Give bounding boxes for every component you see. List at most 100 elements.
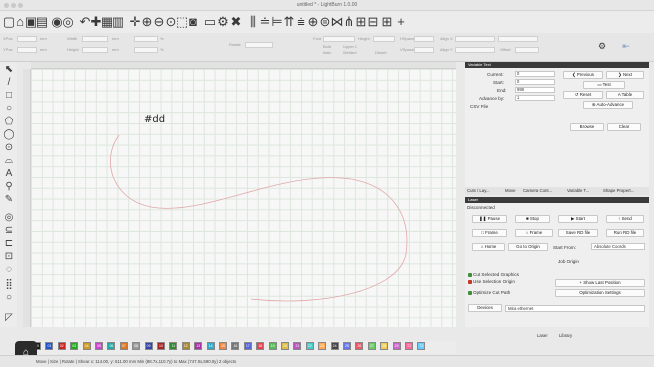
measure-icon[interactable]: ⊞ bbox=[382, 13, 393, 30]
frame-circle-button[interactable]: ○ Frame bbox=[515, 229, 553, 237]
color-swatch[interactable]: 01 bbox=[45, 342, 54, 350]
optimization-settings-button[interactable]: Optimization Settings bbox=[555, 289, 645, 297]
color-swatch[interactable]: 25 bbox=[343, 342, 351, 350]
color-swatch[interactable]: 08 bbox=[132, 342, 141, 350]
color-swatch[interactable]: 26 bbox=[355, 342, 364, 350]
design-canvas[interactable]: #dd bbox=[31, 69, 456, 327]
color-swatch[interactable]: 27 bbox=[367, 342, 376, 350]
circle-tool-icon[interactable]: ◯ bbox=[2, 129, 16, 141]
settings-icon[interactable]: ⚙ bbox=[217, 13, 229, 30]
dots-grid-icon[interactable]: ⣿ bbox=[2, 279, 16, 291]
width-percent-input[interactable] bbox=[134, 36, 158, 42]
import-icon[interactable]: ◉ bbox=[51, 13, 62, 30]
align-bottom-icon[interactable]: ⩧ bbox=[296, 13, 306, 30]
home-button[interactable]: ⌂ Home bbox=[472, 243, 505, 251]
color-swatch[interactable]: 11 bbox=[169, 342, 178, 350]
color-swatch[interactable]: T1 bbox=[405, 342, 413, 350]
optimize-cut-checkbox[interactable]: Optimize Cut Path bbox=[468, 290, 510, 295]
color-swatch[interactable]: 12 bbox=[181, 342, 190, 350]
start-spinbox[interactable]: 0 bbox=[515, 79, 555, 85]
color-swatch[interactable]: T2 bbox=[417, 342, 426, 350]
device-select[interactable]: Mira ethernet bbox=[505, 305, 645, 312]
send-button[interactable]: ↑ Send bbox=[606, 215, 644, 223]
save-file-icon[interactable]: ▣ bbox=[25, 13, 37, 30]
edit-nodes-icon[interactable]: / bbox=[2, 77, 16, 89]
devices-button[interactable]: Devices bbox=[468, 304, 502, 312]
font-select[interactable] bbox=[323, 36, 355, 42]
frame-button[interactable]: □ Frame bbox=[472, 229, 507, 237]
color-swatch[interactable]: 02 bbox=[57, 342, 66, 350]
select-tool-icon[interactable]: ⬉ bbox=[2, 64, 16, 76]
curve-shape[interactable] bbox=[31, 69, 456, 327]
go-to-origin-button[interactable]: Go to Origin bbox=[508, 243, 548, 251]
color-swatch[interactable]: 04 bbox=[82, 342, 91, 350]
text-height-input[interactable] bbox=[373, 36, 395, 42]
italic-checkbox[interactable]: Italic bbox=[323, 50, 337, 55]
color-swatch[interactable]: 14 bbox=[206, 342, 215, 350]
width-input[interactable] bbox=[82, 36, 108, 42]
previous-button[interactable]: ❮ Previous bbox=[563, 71, 603, 79]
height-percent-input[interactable] bbox=[134, 47, 158, 53]
auto-advance-toggle[interactable]: ⊛ Auto-Advance bbox=[583, 101, 633, 109]
tools-icon[interactable]: ✖ bbox=[231, 13, 242, 30]
align-right-icon[interactable]: ⊨ bbox=[271, 13, 282, 30]
rotate-input[interactable] bbox=[245, 42, 273, 48]
show-last-position-button[interactable]: + Show Last Position bbox=[555, 279, 645, 287]
reset-button[interactable]: ↺ Reset bbox=[563, 91, 603, 99]
hspace-input[interactable] bbox=[414, 36, 434, 42]
save-rd-button[interactable]: Save RD file bbox=[558, 229, 598, 237]
tab-library[interactable]: Library bbox=[559, 333, 572, 338]
delete-icon[interactable]: ▥ bbox=[112, 13, 124, 30]
align-center-icon[interactable]: ≐ bbox=[260, 13, 271, 30]
zoom-out-icon[interactable]: ⊖ bbox=[154, 13, 165, 30]
start-button[interactable]: ▶ Start bbox=[558, 215, 598, 223]
vspace-input[interactable] bbox=[414, 47, 434, 53]
tab-move[interactable]: Move bbox=[505, 188, 516, 193]
advance-by-spinbox[interactable]: 1 bbox=[515, 95, 555, 101]
grid-array-icon[interactable]: ⊡ bbox=[2, 251, 16, 263]
align-x-mode-select[interactable] bbox=[498, 36, 538, 42]
test-button[interactable]: ▭ Test bbox=[583, 81, 625, 89]
copy-along-path-icon[interactable]: ⊏ bbox=[2, 238, 16, 250]
color-swatch[interactable]: 09 bbox=[144, 342, 153, 350]
stop-button[interactable]: ■ Stop bbox=[515, 215, 550, 223]
circular-array-icon[interactable]: ◌ bbox=[2, 264, 16, 276]
frame-icon[interactable]: ⬚ bbox=[176, 13, 188, 30]
color-swatch[interactable]: 05 bbox=[95, 342, 103, 350]
color-swatch[interactable]: 20 bbox=[281, 342, 289, 350]
offset-tool-icon[interactable]: ⊙ bbox=[2, 142, 16, 154]
xpos-input[interactable] bbox=[17, 36, 37, 42]
height-input[interactable] bbox=[82, 47, 108, 53]
ellipse-tool-icon[interactable]: ○ bbox=[2, 103, 16, 115]
rectangle-tool-icon[interactable]: □ bbox=[2, 90, 16, 102]
text-tool-icon[interactable]: A bbox=[2, 168, 16, 180]
circle-target-icon[interactable]: ◎ bbox=[2, 212, 16, 224]
add-icon[interactable]: + bbox=[396, 13, 406, 30]
color-swatch[interactable]: 29 bbox=[392, 342, 401, 350]
align-left-icon[interactable]: ⫼ bbox=[248, 13, 258, 30]
position-laser-icon[interactable]: ⚲ bbox=[2, 181, 16, 193]
welded-checkbox[interactable]: Welded bbox=[343, 50, 357, 55]
new-file-icon[interactable]: ▢ bbox=[3, 13, 15, 30]
tab-variable-text[interactable]: Variable T... bbox=[567, 188, 589, 193]
distort-checkbox[interactable]: Distort bbox=[375, 50, 391, 55]
color-swatch[interactable]: 06 bbox=[107, 342, 116, 350]
gear-icon[interactable]: ⚙ bbox=[596, 41, 608, 51]
camera-icon[interactable]: ◙ bbox=[188, 13, 198, 30]
zoom-fit-icon[interactable]: ⊙ bbox=[166, 13, 177, 30]
tab-shape-properties[interactable]: Shape Propert... bbox=[603, 188, 634, 193]
arrow-icon[interactable]: ⇤ bbox=[620, 41, 632, 51]
mirror-icon[interactable]: ⊞ bbox=[356, 13, 367, 30]
pause-button[interactable]: ❚❚ Pause bbox=[472, 215, 507, 223]
color-swatch[interactable]: 10 bbox=[157, 342, 165, 350]
save-as-icon[interactable]: ▤ bbox=[36, 13, 48, 30]
color-swatch[interactable]: 03 bbox=[70, 342, 79, 350]
copy-icon[interactable]: ▦ bbox=[101, 13, 113, 30]
pan-icon[interactable]: ✛ bbox=[130, 13, 141, 30]
color-swatch[interactable]: 07 bbox=[119, 342, 128, 350]
ring-icon[interactable]: ○ bbox=[2, 292, 16, 304]
color-swatch[interactable]: 21 bbox=[293, 342, 302, 350]
offset-input[interactable] bbox=[515, 47, 539, 53]
next-button[interactable]: ❯ Next bbox=[606, 71, 644, 79]
distribute-icon[interactable]: ⋈ bbox=[331, 13, 344, 30]
